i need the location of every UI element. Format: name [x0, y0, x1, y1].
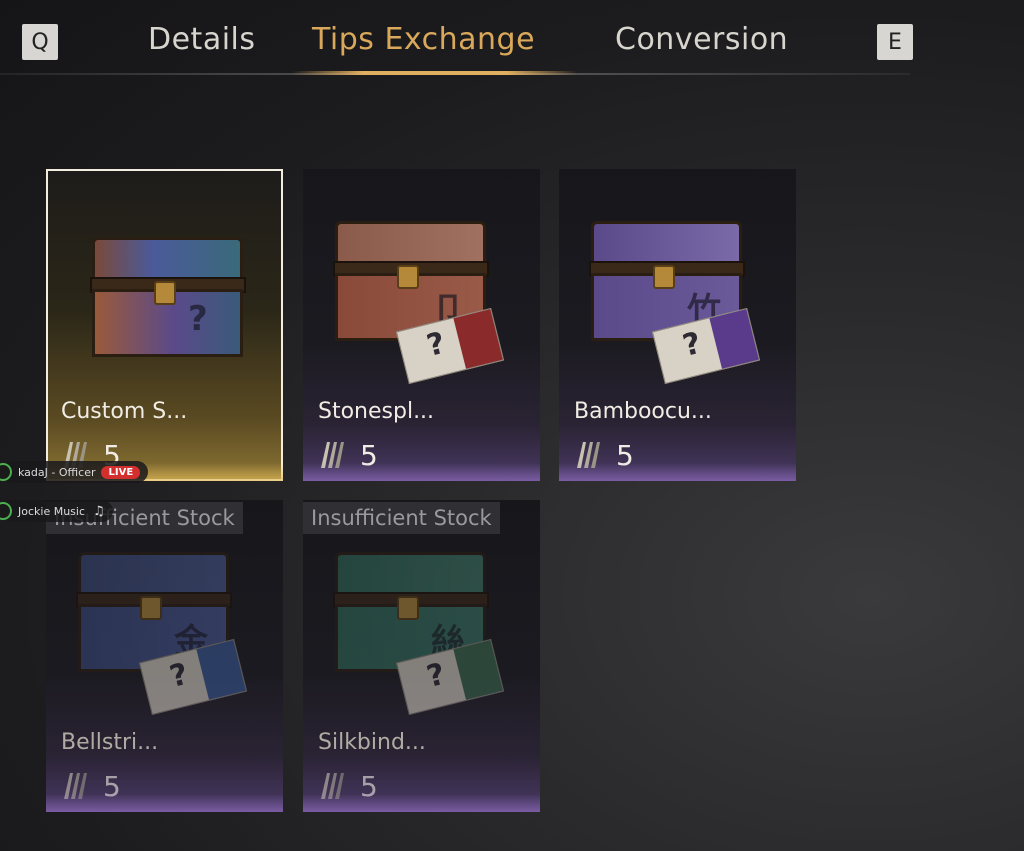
- item-name: Custom S...: [61, 399, 188, 424]
- stream-user-label: kadaJ - Officer: [18, 465, 96, 479]
- next-tab-key[interactable]: E: [877, 24, 913, 60]
- music-label: Jockie Music: [18, 504, 86, 518]
- prev-tab-key[interactable]: Q: [22, 24, 58, 60]
- item-card-bamboocutter[interactable]: 竹 ? Bamboocu... 5: [559, 169, 796, 481]
- item-name: Silkbind...: [318, 730, 426, 755]
- music-icon: ♫: [93, 503, 105, 519]
- item-card-bellstriker[interactable]: Insufficient Stock 金 ? Bellstri... 5: [46, 500, 283, 812]
- stream-user-pill: kadaJ - Officer LIVE: [0, 461, 149, 483]
- item-card-stonesplitter[interactable]: 卩 ? Stonespl... 5: [303, 169, 540, 481]
- status-dot-icon: [0, 502, 12, 520]
- item-name: Bellstri...: [61, 730, 159, 755]
- live-badge: LIVE: [101, 465, 141, 479]
- tab-tips-exchange[interactable]: Tips Exchange: [312, 22, 535, 57]
- tab-conversion[interactable]: Conversion: [615, 22, 788, 57]
- item-card-silkbinder[interactable]: Insufficient Stock 絲 ? Silkbind... 5: [303, 500, 540, 812]
- stream-music-pill: Jockie Music ♫: [0, 500, 113, 522]
- rarity-glow: [559, 463, 796, 481]
- tab-details[interactable]: Details: [148, 22, 256, 57]
- item-card-custom[interactable]: ? Custom S... 5: [46, 169, 283, 481]
- item-name: Bamboocu...: [574, 399, 712, 424]
- active-tab-indicator: [292, 71, 578, 75]
- item-name: Stonespl...: [318, 399, 435, 424]
- rarity-glow: [303, 463, 540, 481]
- top-nav: Q Details Tips Exchange Conversion E: [0, 0, 913, 76]
- rarity-glow: [46, 794, 283, 812]
- rarity-glow: [303, 794, 540, 812]
- status-dot-icon: [0, 463, 12, 481]
- insufficient-stock-badge: Insufficient Stock: [303, 502, 500, 534]
